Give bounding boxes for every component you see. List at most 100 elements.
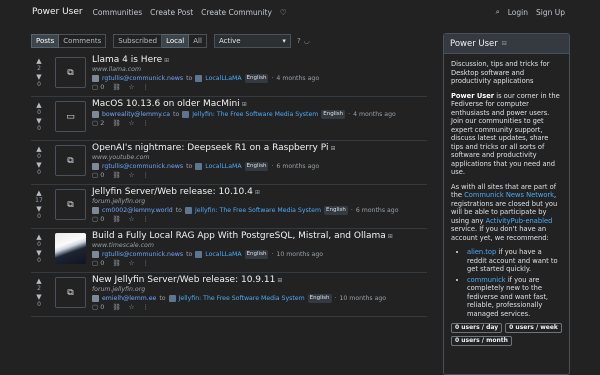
rss-icon[interactable]: ◡: [304, 37, 310, 45]
nav-create-community[interactable]: Create Community: [201, 8, 272, 17]
search-icon[interactable]: ⌕: [496, 7, 500, 17]
community-icon: [195, 75, 203, 82]
collapse-icon[interactable]: ⊟: [502, 40, 507, 47]
upvote-icon[interactable]: ▲: [31, 277, 47, 285]
external-link-icon[interactable]: ⧉: [55, 57, 86, 88]
comments-button[interactable]: ▢ 0: [92, 171, 104, 180]
post-community[interactable]: LocalLLaMA: [205, 74, 241, 83]
downvote-icon[interactable]: ▼: [31, 117, 47, 125]
posts-toggle[interactable]: Posts: [31, 34, 60, 48]
downvote-icon[interactable]: ▼: [31, 73, 47, 81]
comments-toggle[interactable]: Comments: [59, 34, 107, 48]
expand-icon[interactable]: ⊞: [164, 57, 169, 64]
star-icon[interactable]: ☆: [129, 83, 135, 92]
downvote-icon[interactable]: ▼: [31, 205, 47, 213]
nav-create-post[interactable]: Create Post: [150, 8, 193, 17]
external-link-icon[interactable]: ⧉: [55, 277, 86, 308]
post-domain[interactable]: www.timescale.com: [92, 242, 427, 250]
post-title[interactable]: OpenAI's nightmare: Deepseek R1 on a Ras…: [92, 143, 328, 153]
link-icon[interactable]: ⛓: [112, 259, 120, 268]
vote-controls: ▲ 2 ▼ 0: [31, 57, 47, 89]
comments-button[interactable]: ▢ 0: [92, 215, 104, 224]
local-toggle[interactable]: Local: [162, 34, 190, 48]
post-title[interactable]: MacOS 10.13.6 on older MacMini: [92, 99, 240, 109]
post-author[interactable]: emielh@lemm.ee: [102, 294, 156, 303]
communick-network-link[interactable]: Communick News Network: [464, 191, 554, 199]
upvote-icon[interactable]: ▲: [31, 101, 47, 109]
heart-icon[interactable]: ♡: [280, 8, 287, 17]
expand-icon[interactable]: ⊞: [277, 277, 282, 284]
upvote-icon[interactable]: ▲: [31, 57, 47, 65]
star-icon[interactable]: ☆: [129, 259, 135, 268]
post-title[interactable]: Llama 4 is Here: [92, 55, 162, 65]
text-post-icon[interactable]: ▭: [55, 101, 86, 132]
more-icon[interactable]: ⋮: [142, 215, 149, 224]
post-author[interactable]: bowreality@lemmy.ca: [102, 110, 170, 119]
link-icon[interactable]: ⛓: [112, 303, 120, 312]
upvote-icon[interactable]: ▲: [31, 189, 47, 197]
post-community[interactable]: LocalLLaMA: [205, 162, 241, 171]
nav-communities[interactable]: Communities: [93, 8, 143, 17]
post-domain[interactable]: www.youtube.com: [92, 154, 427, 162]
star-icon[interactable]: ☆: [129, 215, 135, 224]
expand-icon[interactable]: ⊞: [388, 233, 393, 240]
post-author[interactable]: rgtullis@communick.news: [102, 162, 183, 171]
post-domain[interactable]: www.llama.com: [92, 66, 427, 74]
site-brand[interactable]: Power User: [32, 7, 83, 17]
post-community[interactable]: LocalLLaMA: [205, 250, 241, 259]
more-icon[interactable]: ⋮: [142, 171, 149, 180]
comments-button[interactable]: ▢ 0: [92, 303, 104, 312]
expand-icon[interactable]: ⊞: [255, 189, 260, 196]
link-icon[interactable]: ⛓: [112, 119, 120, 128]
post-community[interactable]: Jellyfin: The Free Software Media System: [195, 206, 321, 215]
downvote-icon[interactable]: ▼: [31, 161, 47, 169]
downvote-icon[interactable]: ▼: [31, 293, 47, 301]
link-icon[interactable]: ⛓: [112, 215, 120, 224]
post-community[interactable]: Jellyfin: The Free Software Media System: [179, 294, 305, 303]
activitypub-link[interactable]: ActivityPub-enabled: [486, 217, 553, 225]
star-icon[interactable]: ☆: [129, 303, 135, 312]
alien-top-link[interactable]: alien.top: [467, 248, 496, 256]
post-title-row: New Jellyfin Server/Web release: 10.9.11…: [92, 275, 427, 286]
all-toggle[interactable]: All: [189, 34, 207, 48]
upvote-icon[interactable]: ▲: [31, 145, 47, 153]
post-author[interactable]: rgtullis@communick.news: [102, 74, 183, 83]
post-community[interactable]: Jellyfin: The Free Software Media System: [192, 110, 318, 119]
sort-select[interactable]: Active ▾: [213, 34, 291, 48]
login-link[interactable]: Login: [508, 8, 528, 17]
external-link-icon[interactable]: ⧉: [55, 189, 86, 220]
comments-button[interactable]: ▢ 0: [92, 83, 104, 92]
post-title[interactable]: Build a Fully Local RAG App With Postgre…: [92, 231, 386, 241]
signup-link[interactable]: Sign Up: [536, 8, 565, 17]
star-icon[interactable]: ☆: [129, 119, 135, 128]
expand-icon[interactable]: ⊞: [242, 101, 247, 108]
subscribed-toggle[interactable]: Subscribed: [113, 34, 163, 48]
more-icon[interactable]: ⋮: [142, 259, 149, 268]
more-icon[interactable]: ⋮: [142, 303, 149, 312]
post-author[interactable]: rgtullis@communick.news: [102, 250, 183, 259]
communick-link[interactable]: communick: [467, 276, 506, 284]
more-icon[interactable]: ⋮: [142, 119, 149, 128]
post-domain[interactable]: forum.jellyfin.org: [92, 198, 427, 206]
to-label: to: [175, 207, 182, 214]
downvote-icon[interactable]: ▼: [31, 249, 47, 257]
downvote-count: 0: [37, 213, 41, 220]
comments-button[interactable]: ▢ 2: [92, 119, 104, 128]
post-title-row: MacOS 10.13.6 on older MacMini ⊞: [92, 99, 427, 110]
help-icon[interactable]: ?: [297, 37, 301, 45]
post-domain[interactable]: forum.jellyfin.org: [92, 286, 427, 294]
upvote-icon[interactable]: ▲: [31, 233, 47, 241]
link-icon[interactable]: ⛓: [112, 171, 120, 180]
more-icon[interactable]: ⋮: [142, 83, 149, 92]
post-meta: emielh@lemm.ee to Jellyfin: The Free Sof…: [92, 294, 427, 303]
post-meta: bowreality@lemmy.ca to Jellyfin: The Fre…: [92, 110, 427, 119]
external-link-icon[interactable]: ⧉: [55, 145, 86, 176]
post-thumbnail[interactable]: [55, 233, 86, 264]
link-icon[interactable]: ⛓: [112, 83, 120, 92]
post-author[interactable]: cm0002@lemmy.world: [102, 206, 173, 215]
comments-button[interactable]: ▢ 0: [92, 259, 104, 268]
star-icon[interactable]: ☆: [129, 171, 135, 180]
post-title[interactable]: New Jellyfin Server/Web release: 10.9.11: [92, 275, 275, 285]
post-title[interactable]: Jellyfin Server/Web release: 10.10.4: [92, 187, 253, 197]
expand-icon[interactable]: ⊞: [330, 145, 335, 152]
